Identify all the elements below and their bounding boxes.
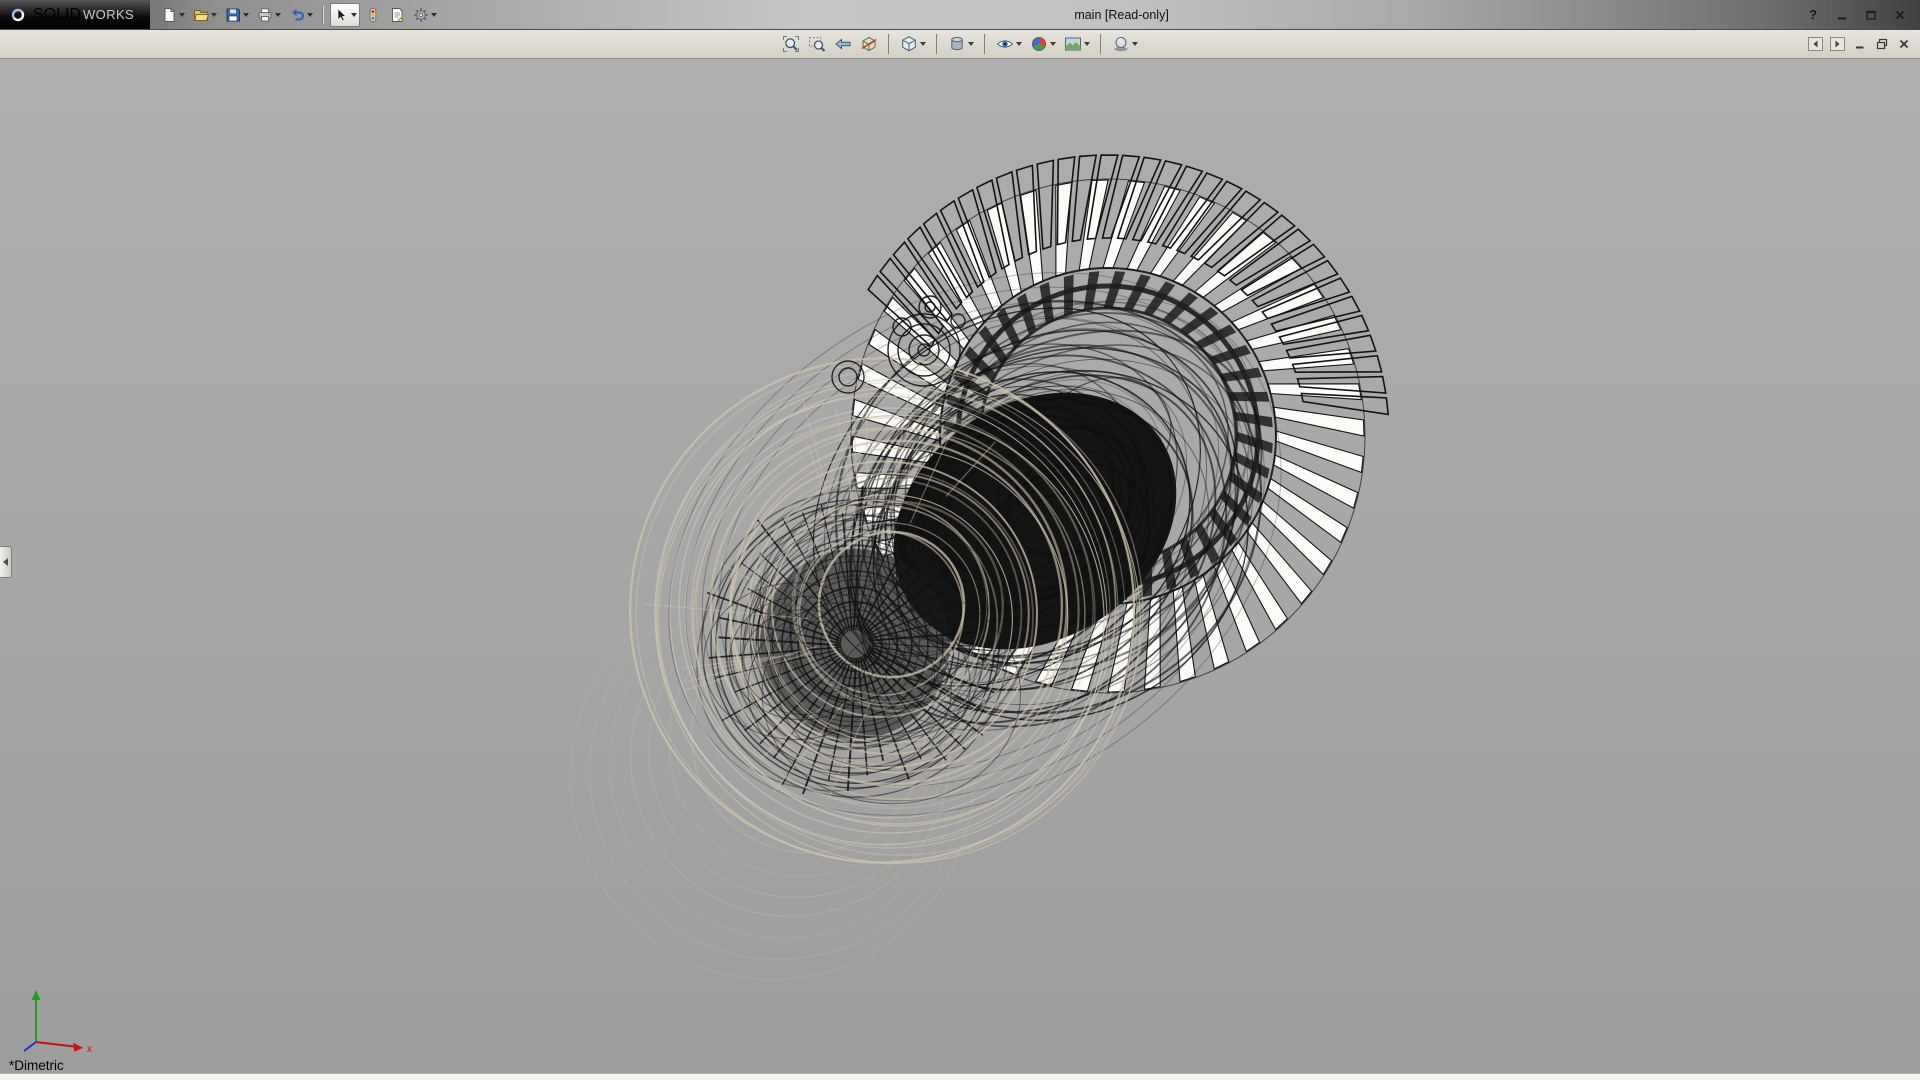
dropdown-caret-icon (351, 13, 357, 17)
toolbar-separator (936, 34, 938, 54)
headsup-view-toolbar (779, 30, 1141, 58)
section-view-icon (860, 35, 878, 53)
brand-solid-text: SOLID (33, 6, 81, 24)
featuremanager-collapsed-tab[interactable] (0, 546, 12, 578)
doc-minimize-icon (1854, 38, 1866, 50)
dropdown-caret-icon (243, 13, 249, 17)
dropdown-caret-icon (275, 13, 281, 17)
minimize-icon (1836, 9, 1848, 21)
expand-panel-arrow-icon (3, 558, 8, 566)
dropdown-caret-icon (307, 13, 313, 17)
toolbar-separator (984, 34, 986, 54)
edit-appearance-ball-icon (1030, 35, 1048, 53)
view-settings-shadow-icon (1112, 35, 1130, 53)
doc-close-icon (1898, 38, 1910, 50)
close-icon (1894, 9, 1906, 21)
zoom-to-area-button[interactable] (805, 32, 829, 56)
hide-show-items-eye-icon (996, 35, 1014, 53)
nav-forward-icon (1830, 37, 1845, 51)
app-window-controls: ? (1803, 5, 1920, 25)
edit-appearance-button[interactable] (1027, 32, 1059, 56)
previous-view-button[interactable] (831, 32, 855, 56)
save-floppy-icon (225, 7, 241, 23)
document-title: main [Read-only] (440, 8, 1803, 22)
dropdown-caret-icon (920, 42, 926, 46)
open-folder-icon (193, 7, 209, 23)
maximize-icon (1865, 9, 1877, 21)
solidworks-menu-logo[interactable]: SOLID WORKS (0, 0, 150, 29)
print-button[interactable] (254, 3, 284, 27)
apply-scene-button[interactable] (1061, 32, 1093, 56)
options-gear-icon (413, 7, 429, 23)
triad-x-label: x (87, 1044, 92, 1055)
triad-y-axis (32, 990, 41, 1042)
previous-view-icon (834, 35, 852, 53)
status-strip (0, 1073, 1920, 1080)
engine-wireframe-model[interactable] (0, 59, 1920, 1074)
rebuild-traffic-light-icon (365, 7, 381, 23)
rebuild-button[interactable] (362, 3, 384, 27)
dropdown-caret-icon (211, 13, 217, 17)
dropdown-caret-icon (431, 13, 437, 17)
graphics-viewport[interactable]: x *Dimetric (0, 59, 1920, 1074)
nav-forward-button[interactable] (1829, 36, 1846, 52)
select-button[interactable] (330, 3, 360, 27)
zoom-to-fit-button[interactable] (779, 32, 803, 56)
dassault-logo-icon (9, 6, 27, 24)
doc-restore-button[interactable] (1873, 36, 1890, 52)
select-cursor-icon (333, 7, 349, 23)
undo-icon (289, 7, 305, 23)
nav-back-icon (1808, 37, 1823, 51)
dropdown-caret-icon (1084, 42, 1090, 46)
brand-works-text: WORKS (83, 7, 134, 22)
file-properties-button[interactable] (386, 3, 408, 27)
view-orientation-button[interactable] (897, 32, 929, 56)
undo-button[interactable] (286, 3, 316, 27)
toolbar-separator (888, 34, 890, 54)
view-orientation-cube-icon (900, 35, 918, 53)
triad-z-axis (24, 1042, 36, 1051)
orientation-triad[interactable]: x (12, 984, 104, 1058)
maximize-button[interactable] (1861, 5, 1881, 25)
doc-minimize-button[interactable] (1851, 36, 1868, 52)
view-orientation-label: *Dimetric (9, 1058, 64, 1073)
hide-show-items-button[interactable] (993, 32, 1025, 56)
toolbar-separator (1100, 34, 1102, 54)
dropdown-caret-icon (179, 13, 185, 17)
close-button[interactable] (1890, 5, 1910, 25)
view-settings-button[interactable] (1109, 32, 1141, 56)
options-button[interactable] (410, 3, 440, 27)
zoom-to-area-icon (808, 35, 826, 53)
new-button[interactable] (158, 3, 188, 27)
help-button[interactable]: ? (1803, 5, 1823, 25)
titlebar: SOLID WORKS main [Read-only] ? (0, 0, 1920, 30)
toolbar-separator (322, 6, 324, 24)
dropdown-caret-icon (1016, 42, 1022, 46)
menu-toolbar (158, 3, 440, 27)
minimize-button[interactable] (1832, 5, 1852, 25)
section-view-button[interactable] (857, 32, 881, 56)
dropdown-caret-icon (968, 42, 974, 46)
print-icon (257, 7, 273, 23)
open-button[interactable] (190, 3, 220, 27)
headsup-bar (0, 30, 1920, 59)
triad-x-axis: x (36, 1042, 92, 1055)
new-document-icon (161, 7, 177, 23)
document-window-controls (1807, 30, 1912, 58)
dropdown-caret-icon (1132, 42, 1138, 46)
doc-close-button[interactable] (1895, 36, 1912, 52)
nav-back-button[interactable] (1807, 36, 1824, 52)
doc-restore-icon (1876, 38, 1888, 50)
save-button[interactable] (222, 3, 252, 27)
solidworks-window: SOLID WORKS main [Read-only] ? x (0, 0, 1920, 1080)
apply-scene-icon (1064, 35, 1082, 53)
dropdown-caret-icon (1050, 42, 1056, 46)
file-properties-icon (389, 7, 405, 23)
display-style-icon (948, 35, 966, 53)
zoom-to-fit-icon (782, 35, 800, 53)
display-style-button[interactable] (945, 32, 977, 56)
